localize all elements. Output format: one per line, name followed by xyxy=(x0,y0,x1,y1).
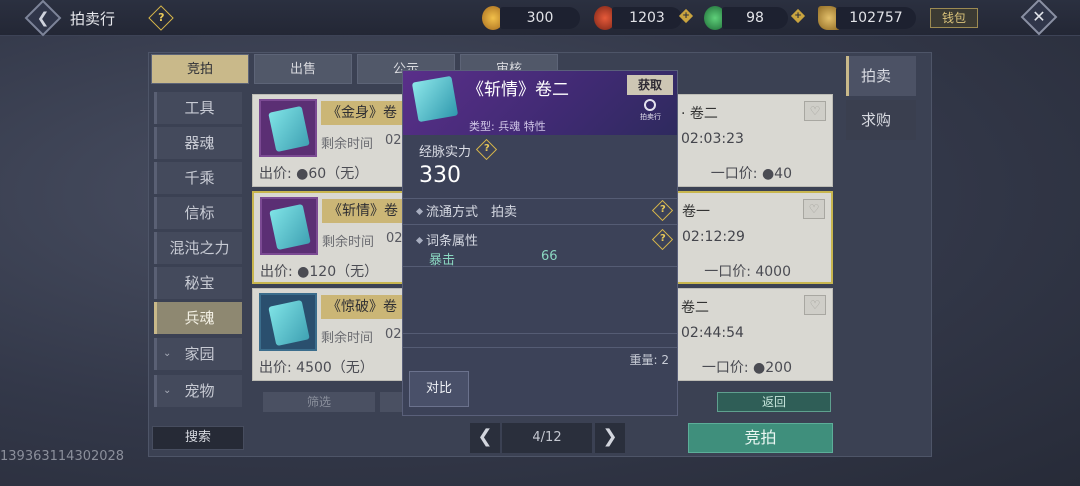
scroll-item-icon xyxy=(259,293,317,351)
obtain-button[interactable]: 获取 xyxy=(627,75,673,95)
auction-house-icon[interactable]: 拍卖行 xyxy=(640,99,661,121)
scroll-item-icon xyxy=(260,197,318,255)
remain-time-right: 02:12:29 xyxy=(682,229,745,245)
bid-price: 出价: ●60（无） xyxy=(259,166,369,182)
remain-time-right: 02:44:54 xyxy=(681,325,744,341)
buyout-price: 一口价: ●200 xyxy=(701,360,792,376)
chevron-down-icon: ⌄ xyxy=(163,385,172,396)
currency-gold: 300 xyxy=(500,7,580,29)
filter-button[interactable]: 筛选 xyxy=(263,392,375,412)
item-name: 《金身》卷 xyxy=(321,101,403,125)
currency-copper: 102757 xyxy=(836,7,916,29)
item-name-right: 卷一 xyxy=(682,204,710,220)
side-tab-request[interactable]: 求购 xyxy=(846,100,916,140)
attributes-label: 词条属性 xyxy=(415,230,478,249)
page-indicator: 4/12 xyxy=(502,423,592,453)
tab-bid[interactable]: 竞拍 xyxy=(151,54,249,84)
currency-green: 98 xyxy=(722,7,788,29)
item-weight: 重量: 2 xyxy=(629,353,670,367)
phone-number: 13936311430202​8 xyxy=(0,449,125,464)
power-label: 经脉实力 xyxy=(419,145,472,160)
divider xyxy=(403,333,677,334)
category-chariot[interactable]: 千乘 xyxy=(154,162,242,194)
divider xyxy=(403,224,677,225)
category-weapon-soul[interactable]: 兵魂 xyxy=(154,302,242,334)
buyout-price: 一口价: 4000 xyxy=(704,264,791,280)
category-treasure[interactable]: 秘宝 xyxy=(154,267,242,299)
divider xyxy=(403,347,677,348)
category-weapon-soul-vessel[interactable]: 器魂 xyxy=(154,127,242,159)
circulation-label: 流通方式 xyxy=(415,201,478,220)
tab-sell[interactable]: 出售 xyxy=(254,54,352,84)
page-title: 拍卖行 xyxy=(70,10,116,28)
scroll-item-icon xyxy=(259,99,317,157)
add-green-button[interactable]: + xyxy=(790,8,806,24)
back-icon: ❮ xyxy=(36,9,50,27)
category-home[interactable]: ⌄ 家园 xyxy=(154,338,242,370)
wallet-button[interactable]: 钱包 xyxy=(930,8,978,28)
stat-value: 66 xyxy=(541,249,558,264)
favorite-heart-icon[interactable]: ♡ xyxy=(804,101,826,121)
remain-label: 剩余时间 xyxy=(321,331,374,346)
category-chaos-power[interactable]: 混沌之力 xyxy=(154,232,242,264)
side-tab-auction[interactable]: 拍卖 xyxy=(846,56,916,96)
search-button[interactable]: 搜索 xyxy=(152,426,244,450)
category-tools[interactable]: 工具 xyxy=(154,92,242,124)
item-name-right: 卷二 xyxy=(681,300,709,316)
return-button[interactable]: 返回 xyxy=(717,392,831,412)
favorite-heart-icon[interactable]: ♡ xyxy=(803,199,825,219)
prev-page-button[interactable]: ❮ xyxy=(470,423,500,453)
item-name-right: · 卷二 xyxy=(681,106,718,122)
item-name: 《惊破》卷 xyxy=(321,295,403,319)
buyout-price: 一口价: ●40 xyxy=(710,166,792,182)
category-beacon[interactable]: 信标 xyxy=(154,197,242,229)
remain-label: 剩余时间 xyxy=(321,137,374,152)
next-page-button[interactable]: ❯ xyxy=(595,423,625,453)
remain-time-right: 02:03:23 xyxy=(681,131,744,147)
scroll-item-icon xyxy=(411,75,459,123)
circulation-value: 拍卖 xyxy=(491,205,518,220)
help-icon[interactable]: ? xyxy=(651,228,674,251)
help-icon[interactable]: ? xyxy=(475,138,498,161)
compare-button[interactable]: 对比 xyxy=(409,371,469,407)
power-value: 330 xyxy=(419,163,461,188)
add-red-button[interactable]: + xyxy=(678,8,694,24)
close-icon: ✕ xyxy=(1032,7,1046,26)
category-pet[interactable]: ⌄ 宠物 xyxy=(154,375,242,407)
bid-button[interactable]: 竞拍 xyxy=(688,423,833,453)
chevron-down-icon: ⌄ xyxy=(163,348,172,359)
popup-title: 《斩情》卷二 xyxy=(467,80,569,100)
remain-label: 剩余时间 xyxy=(322,235,375,250)
item-name: 《斩情》卷 xyxy=(322,199,404,223)
divider xyxy=(403,266,677,267)
favorite-heart-icon[interactable]: ♡ xyxy=(804,295,826,315)
bid-price: 出价: ●120（无） xyxy=(260,264,379,280)
bid-price: 出价: 4500（无） xyxy=(259,360,374,376)
item-type: 类型: 兵魂 特性 xyxy=(469,120,546,133)
item-detail-popup: 《斩情》卷二 获取 拍卖行 类型: 兵魂 特性 经脉实力 ? 330 流通方式 … xyxy=(402,70,678,416)
currency-red: 1203 xyxy=(612,7,682,29)
